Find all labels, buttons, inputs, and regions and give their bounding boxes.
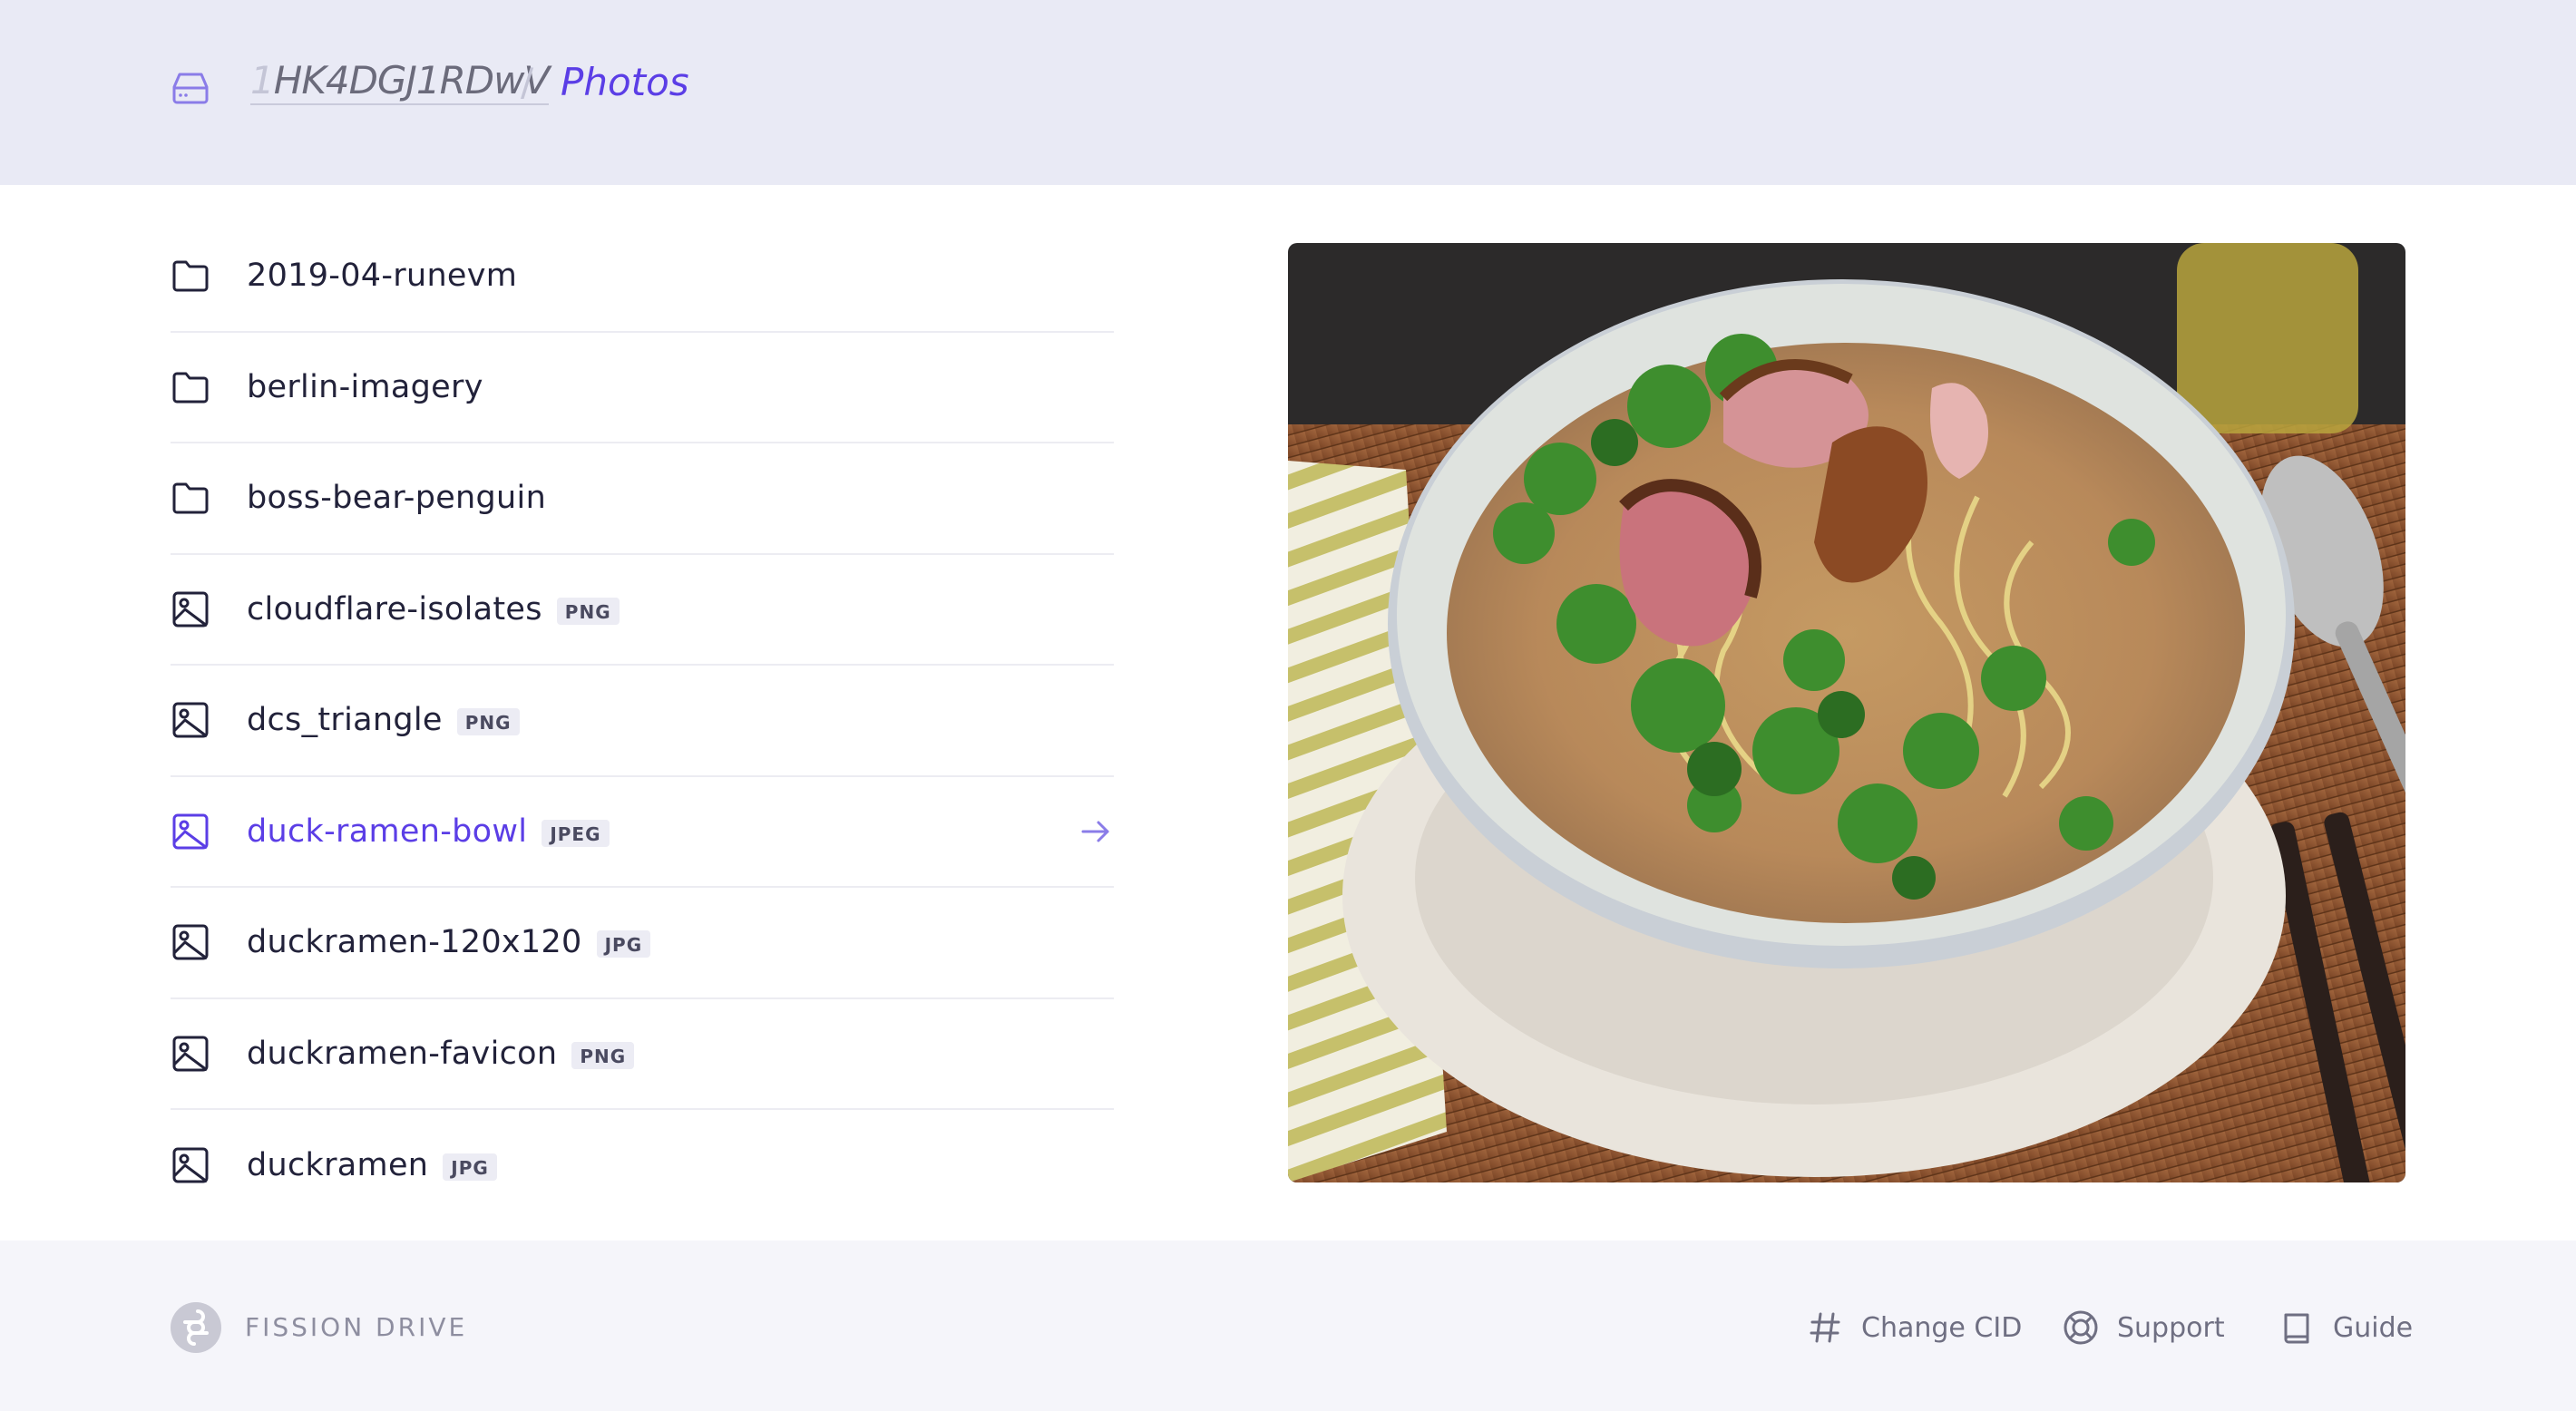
file-row[interactable]: dcs_triangle PNG [171, 666, 1114, 777]
change-cid-link[interactable]: Change CID [1807, 1306, 2022, 1349]
image-icon [172, 813, 209, 850]
file-row[interactable]: duck-ramen-bowl JPEG [171, 777, 1114, 888]
breadcrumb-current: Photos [561, 60, 689, 104]
change-cid-label: Change CID [1861, 1311, 2023, 1344]
guide-link[interactable]: Guide [2278, 1306, 2413, 1349]
image-icon [172, 1036, 209, 1072]
breadcrumb-separator: / [521, 60, 534, 104]
image-icon [172, 1147, 209, 1183]
support-label: Support [2117, 1311, 2225, 1344]
brand-name: FISSION DRIVE [245, 1312, 468, 1342]
folder-row[interactable]: berlin-imagery [171, 333, 1114, 443]
file-name: duckramen-favicon [247, 1035, 558, 1072]
file-name: duckramen [247, 1147, 429, 1184]
file-extension-badge: PNG [556, 597, 620, 625]
guide-label: Guide [2333, 1311, 2414, 1344]
file-extension-badge: JPEG [542, 819, 610, 847]
support-link[interactable]: Support [2063, 1306, 2225, 1349]
lifebuoy-icon [2064, 1310, 2098, 1345]
file-name: cloudflare-isolates [247, 590, 542, 628]
file-row[interactable]: cloudflare-isolates PNG [171, 555, 1114, 666]
file-name: berlin-imagery [247, 368, 483, 405]
file-name: boss-bear-penguin [247, 480, 547, 517]
breadcrumb-cid-text: HK4DGJ1RDwV [273, 58, 550, 102]
folder-icon [172, 482, 209, 514]
file-row[interactable]: duckramen JPG [171, 1110, 1114, 1221]
image-preview[interactable] [1288, 243, 2405, 1182]
hash-icon [1810, 1312, 1840, 1343]
file-extension-badge: PNG [456, 708, 520, 736]
folder-row[interactable]: boss-bear-penguin [171, 443, 1114, 555]
fission-logo-icon[interactable] [171, 1302, 221, 1353]
file-extension-badge: JPG [443, 1153, 497, 1182]
book-icon [2284, 1313, 2309, 1344]
file-name: duckramen-120x120 [247, 924, 582, 961]
hard-drive-icon[interactable] [171, 71, 210, 105]
file-row[interactable]: duckramen-favicon PNG [171, 999, 1114, 1110]
file-extension-badge: JPG [596, 930, 651, 959]
image-icon [172, 924, 209, 960]
folder-icon [172, 260, 209, 292]
file-extension-badge: PNG [571, 1041, 635, 1069]
file-name: duck-ramen-bowl [247, 813, 528, 850]
breadcrumb-cid-faded: 1 [250, 58, 275, 102]
image-icon [172, 591, 209, 628]
folder-row[interactable]: 2019-04-runevm [171, 221, 1114, 333]
file-row[interactable]: duckramen-120x120 JPG [171, 888, 1114, 999]
file-name: dcs_triangle [247, 702, 443, 739]
file-list: 2019-04-runevm berlin-imagery boss-bear-pe… [171, 221, 1114, 1221]
photo-of-duck-ramen-bowl-icon [1288, 243, 2405, 1182]
folder-icon [172, 372, 209, 404]
arrow-right-icon[interactable] [1079, 815, 1112, 848]
image-icon [172, 702, 209, 738]
file-name: 2019-04-runevm [247, 258, 518, 295]
breadcrumb-cid[interactable]: 1HK4DGJ1RDwV [250, 62, 550, 105]
